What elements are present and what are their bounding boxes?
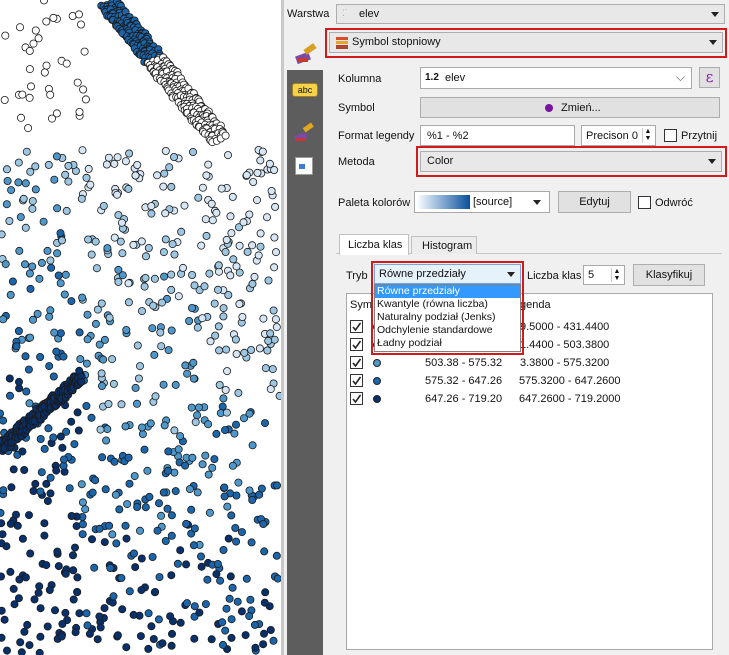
- class-visible-checkbox[interactable]: [350, 374, 363, 387]
- point-layer-render: [0, 0, 281, 655]
- method-label: Metoda: [338, 156, 375, 168]
- class-value[interactable]: 647.26 - 719.20: [425, 393, 502, 405]
- table-row[interactable]: 503.38 - 575.32 3.3800 - 575.3200: [347, 354, 712, 372]
- tab-histogram[interactable]: Histogram: [411, 236, 477, 254]
- method-combo[interactable]: Color: [420, 151, 722, 172]
- legend-format-label: Format legendy: [338, 130, 415, 142]
- expression-button[interactable]: ε: [699, 67, 720, 88]
- invert-label: Odwróć: [655, 197, 693, 209]
- classify-button[interactable]: Klasyfikuj: [633, 264, 705, 286]
- change-symbol-button[interactable]: Zmień...: [420, 97, 720, 118]
- renderer-combo[interactable]: Symbol stopniowy: [329, 32, 723, 53]
- layer-combo[interactable]: ⁚˙ elev: [336, 4, 725, 24]
- trim-checkbox[interactable]: [664, 129, 677, 142]
- trim-label: Przytnij: [681, 130, 718, 142]
- mode-option[interactable]: Odchylenie standardowe: [375, 324, 520, 337]
- classes-label: Liczba klas: [527, 270, 582, 282]
- spin-arrows-icon[interactable]: ▲ ▼: [611, 268, 622, 282]
- class-value[interactable]: 575.32 - 647.26: [425, 375, 502, 387]
- metadata-icon[interactable]: [295, 157, 313, 175]
- class-symbol-icon[interactable]: [373, 395, 381, 403]
- map-canvas[interactable]: [0, 0, 281, 655]
- graduated-symbol-icon: [336, 37, 348, 53]
- class-visible-checkbox[interactable]: [350, 392, 363, 405]
- class-visible-checkbox[interactable]: [350, 320, 363, 333]
- chevron-down-icon: [711, 12, 719, 17]
- class-legend[interactable]: 1.4400 - 503.3800: [520, 339, 609, 351]
- mode-option[interactable]: Ładny podział: [375, 337, 520, 350]
- precision-spinbox[interactable]: Precison 0 ▲ ▼: [581, 125, 656, 146]
- palette-label: Paleta kolorów: [338, 197, 411, 209]
- layer-properties-panel: Warstwa ⁚˙ elev Symbol stopniowy abc Kol…: [284, 0, 729, 655]
- spin-arrows-icon[interactable]: ▲ ▼: [642, 128, 653, 143]
- class-symbol-icon[interactable]: [373, 377, 381, 385]
- class-legend[interactable]: 9.5000 - 431.4400: [520, 321, 609, 333]
- legend-format-input[interactable]: %1 - %2: [420, 125, 575, 146]
- layer-label: Warstwa: [287, 8, 330, 20]
- col-header-legend: genda: [520, 299, 551, 311]
- mode-combo[interactable]: Równe przedziały: [374, 264, 521, 284]
- class-legend[interactable]: 3.3800 - 575.3200: [520, 357, 609, 369]
- table-row[interactable]: 575.32 - 647.26 575.3200 - 647.2600: [347, 372, 712, 390]
- class-legend[interactable]: 647.2600 - 719.2000: [519, 393, 621, 405]
- column-combo[interactable]: 1.2 elev ⌵: [420, 67, 692, 89]
- style-side-toolbar: abc: [287, 70, 323, 655]
- mode-dropdown-list: Równe przedziały Kwantyle (równa liczba) N…: [374, 284, 521, 352]
- style-icon: [294, 40, 320, 66]
- mode-option[interactable]: Naturalny podział (Jenks): [375, 311, 520, 324]
- col-header-symbol: Sym: [350, 299, 372, 311]
- paintbrush-style-icon[interactable]: [293, 122, 317, 144]
- mode-option[interactable]: Kwantyle (równa liczba): [375, 298, 520, 311]
- edit-ramp-button[interactable]: Edytuj: [558, 191, 631, 213]
- class-symbol-icon[interactable]: [373, 359, 381, 367]
- invert-checkbox[interactable]: [638, 196, 651, 209]
- column-label: Kolumna: [338, 73, 382, 85]
- classes-spinbox[interactable]: 5 ▲ ▼: [583, 265, 625, 285]
- mode-option[interactable]: Równe przedziały: [375, 285, 520, 298]
- color-ramp-combo[interactable]: [source]: [414, 191, 550, 213]
- symbol-preview-icon: [545, 104, 553, 112]
- table-row[interactable]: 647.26 - 719.20 647.2600 - 719.2000: [347, 390, 712, 408]
- class-value[interactable]: 503.38 - 575.32: [425, 357, 502, 369]
- chevron-down-icon: [507, 272, 515, 277]
- symbol-label: Symbol: [338, 102, 375, 114]
- labels-abc-icon[interactable]: abc: [292, 83, 318, 97]
- mode-label: Tryb: [346, 270, 368, 282]
- class-visible-checkbox[interactable]: [350, 356, 363, 369]
- class-legend[interactable]: 575.3200 - 647.2600: [519, 375, 621, 387]
- point-layer-icon: ⁚˙: [342, 8, 348, 18]
- numeric-type-icon: 1.2: [425, 72, 439, 83]
- tab-classes[interactable]: Liczba klas: [339, 234, 409, 255]
- chevron-down-icon: [708, 159, 716, 164]
- chevron-down-icon: [709, 40, 717, 45]
- chevron-down-icon: ⌵: [675, 70, 685, 84]
- color-ramp-preview: [418, 195, 470, 209]
- chevron-down-icon: [533, 200, 541, 205]
- class-visible-checkbox[interactable]: [350, 338, 363, 351]
